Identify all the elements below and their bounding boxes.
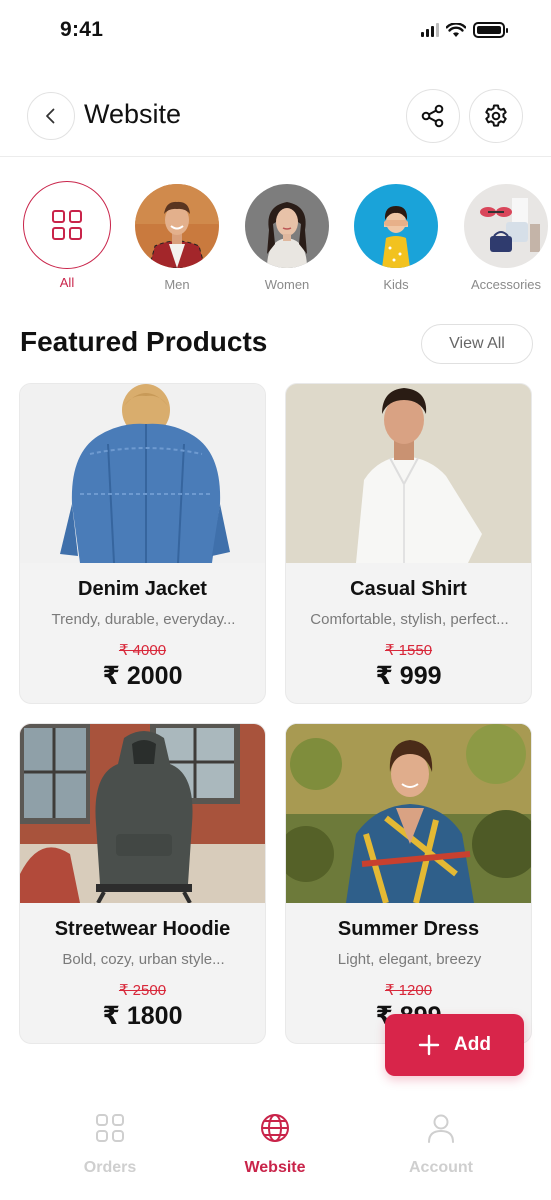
- product-description: Trendy, durable, everyday...: [51, 611, 236, 628]
- product-description: Comfortable, stylish, perfect...: [310, 611, 509, 628]
- category-women[interactable]: Women: [237, 180, 337, 292]
- category-accessories-image: [464, 184, 548, 268]
- category-all[interactable]: All: [17, 180, 117, 290]
- product-card-casual-shirt[interactable]: Casual Shirt Comfortable, stylish, perfe…: [285, 383, 532, 704]
- nav-orders[interactable]: Orders: [40, 1110, 180, 1177]
- battery-icon: [473, 22, 508, 38]
- status-bar: 9:41: [0, 0, 551, 60]
- product-image-denim-jacket: [20, 384, 265, 563]
- category-row: All Men Women Kids Accessories: [0, 180, 551, 295]
- status-time: 9:41: [60, 18, 104, 41]
- settings-button[interactable]: [469, 89, 523, 143]
- user-icon: [428, 1114, 454, 1143]
- product-old-price: ₹ 1200: [384, 982, 433, 999]
- category-label: Women: [264, 277, 310, 292]
- product-price: ₹ 999: [375, 662, 442, 690]
- chevron-left-icon: [46, 108, 55, 124]
- product-card-denim-jacket[interactable]: Denim Jacket Trendy, durable, everyday..…: [19, 383, 266, 704]
- top-bar: Website: [0, 86, 551, 156]
- gear-icon: [485, 104, 507, 127]
- product-name: Casual Shirt: [350, 578, 467, 600]
- nav-website[interactable]: Website: [205, 1110, 345, 1177]
- product-image-summer-dress: [286, 724, 531, 903]
- category-label: Kids: [383, 277, 409, 292]
- product-price: ₹ 1800: [102, 1002, 183, 1030]
- plus-icon: [418, 1034, 440, 1056]
- product-card-streetwear-hoodie[interactable]: Streetwear Hoodie Bold, cozy, urban styl…: [19, 723, 266, 1044]
- category-kids[interactable]: Kids: [346, 180, 446, 292]
- grid-icon: [52, 210, 82, 240]
- page-title: Website: [84, 99, 182, 129]
- back-button[interactable]: [27, 92, 75, 140]
- product-description: Bold, cozy, urban style...: [62, 951, 225, 968]
- category-all-circle: [23, 181, 111, 269]
- product-image-streetwear-hoodie: [20, 724, 265, 903]
- category-women-image: [245, 184, 329, 268]
- bottom-navigation: Orders Website Account: [0, 1094, 551, 1200]
- status-icons: [421, 22, 508, 38]
- product-image-casual-shirt: [286, 384, 531, 563]
- product-name: Streetwear Hoodie: [54, 918, 231, 940]
- product-price: ₹ 2000: [102, 662, 183, 690]
- product-name: Summer Dress: [337, 918, 480, 940]
- grid-icon: [96, 1114, 124, 1142]
- product-old-price: ₹ 4000: [118, 642, 167, 659]
- category-label: All: [59, 275, 75, 290]
- wifi-icon: [446, 22, 466, 37]
- nav-label: Account: [409, 1159, 473, 1176]
- product-card-summer-dress[interactable]: Summer Dress Light, elegant, breezy ₹ 12…: [285, 723, 532, 1044]
- cellular-signal-icon: [421, 23, 439, 37]
- share-button[interactable]: [406, 89, 460, 143]
- featured-products-title: Featured Products: [20, 326, 268, 357]
- nav-label: Website: [244, 1159, 306, 1176]
- product-old-price: ₹ 2500: [118, 982, 167, 999]
- nav-label: Orders: [83, 1159, 137, 1176]
- add-button-label: Add: [454, 1034, 491, 1055]
- category-kids-image: [354, 184, 438, 268]
- nav-account[interactable]: Account: [371, 1110, 511, 1177]
- product-old-price: ₹ 1550: [384, 642, 433, 659]
- view-all-button[interactable]: View All: [421, 324, 533, 364]
- add-product-button[interactable]: Add: [385, 1014, 524, 1076]
- category-accessories[interactable]: Accessories: [456, 180, 551, 292]
- category-men-image: [135, 184, 219, 268]
- product-description: Light, elegant, breezy: [337, 951, 482, 968]
- category-label: Men: [164, 277, 190, 292]
- category-men[interactable]: Men: [127, 180, 227, 292]
- product-name: Denim Jacket: [78, 578, 207, 600]
- category-label: Accessories: [470, 277, 542, 292]
- header-divider: [0, 156, 551, 157]
- globe-icon: [261, 1114, 289, 1142]
- share-icon: [421, 104, 444, 128]
